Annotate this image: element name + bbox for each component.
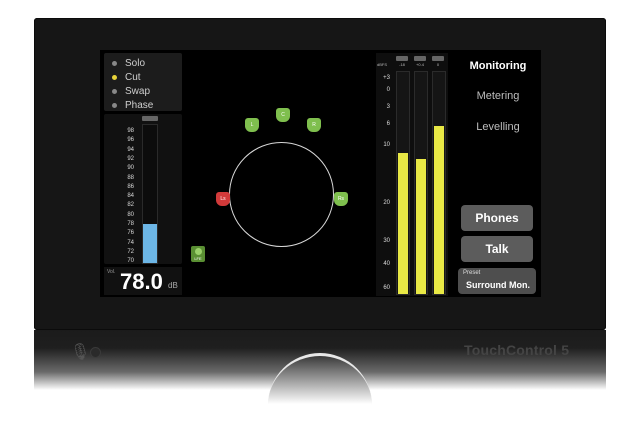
solo-option-phase[interactable]: Phase xyxy=(112,100,153,111)
meter-head-1 xyxy=(414,56,426,61)
meter-head-2 xyxy=(432,56,444,61)
solo-menu: Solo Cut Swap Phase xyxy=(104,53,182,111)
speaker-r[interactable]: R xyxy=(307,118,321,132)
meter-fill xyxy=(416,158,426,294)
talk-button[interactable]: Talk xyxy=(461,236,533,262)
brand-logo: TouchControl 5 xyxy=(464,342,570,358)
spl-tick: 80 xyxy=(127,211,134,218)
meter-sub-2: 0 xyxy=(436,62,440,67)
nav-levelling[interactable]: Levelling xyxy=(455,121,541,133)
solo-option-solo[interactable]: Solo xyxy=(112,58,145,69)
volume-label: Vol. xyxy=(107,269,116,275)
meter-fill xyxy=(398,152,408,294)
spl-tick: 84 xyxy=(127,193,134,200)
meter-channel-2 xyxy=(432,71,446,295)
solo-option-swap[interactable]: Swap xyxy=(112,86,150,97)
meter-scale-tick: 40 xyxy=(383,261,390,267)
meter-scale-tick: 6 xyxy=(386,121,390,127)
radio-dot-icon xyxy=(112,88,117,94)
meter-sub-1: +0.4 xyxy=(416,62,424,67)
spl-tick: 88 xyxy=(127,174,134,181)
volume-unit: dB xyxy=(168,281,178,290)
volume-readout[interactable]: Vol. 78.0 dB xyxy=(104,267,182,295)
meter-channel-0 xyxy=(396,71,410,295)
main-nav: Monitoring Metering Levelling Phones Tal… xyxy=(455,50,541,297)
solo-option-cut[interactable]: Cut xyxy=(112,72,141,83)
spl-meter-header xyxy=(142,116,158,121)
spl-tick: 98 xyxy=(127,128,134,134)
spl-meter-bar xyxy=(142,124,158,264)
spl-tick: 92 xyxy=(127,155,134,162)
spl-meter-fill xyxy=(143,223,157,263)
talkback-led xyxy=(90,347,101,358)
level-meters: dBFS +3 0 3 6 10 20 30 40 60 -18 +0.4 0 xyxy=(376,53,448,296)
spl-tick: 74 xyxy=(127,239,134,246)
meter-scale-tick: 0 xyxy=(386,87,390,93)
meter-head-0 xyxy=(396,56,408,61)
volume-value: 78.0 xyxy=(120,269,163,294)
meter-scale-tick: 3 xyxy=(386,104,390,110)
meter-fill xyxy=(434,126,444,294)
meter-unit: dBFS xyxy=(377,62,388,67)
preset-label: Preset xyxy=(463,270,481,276)
spl-tick: 90 xyxy=(127,165,134,172)
touch-screen: Solo Cut Swap Phase 98 96 94 92 90 88 86 84 82 80… xyxy=(100,50,541,297)
speaker-c[interactable]: C xyxy=(276,108,290,122)
speaker-rs[interactable]: Rs xyxy=(334,192,348,206)
spl-tick: 86 xyxy=(127,183,134,190)
radio-dot-icon xyxy=(112,60,117,66)
spl-tick: 82 xyxy=(127,202,134,209)
phones-button[interactable]: Phones xyxy=(461,205,533,231)
surround-circle xyxy=(229,142,334,247)
lfe-speaker[interactable]: LFE xyxy=(191,246,205,262)
spl-meter-panel: 98 96 94 92 90 88 86 84 82 80 78 76 74 72 70 xyxy=(104,114,182,264)
radio-dot-icon xyxy=(112,74,117,80)
meter-sub-0: -18 xyxy=(399,62,405,67)
spl-tick: 78 xyxy=(127,221,134,227)
spl-tick: 72 xyxy=(127,248,134,255)
spl-tick: 76 xyxy=(127,230,134,237)
preset-value: Surround Mon. xyxy=(466,280,530,290)
meter-scale-tick: 10 xyxy=(383,142,390,148)
speaker-icon xyxy=(194,248,202,255)
meter-scale-tick: 60 xyxy=(383,285,390,291)
microphone-icon: 🎙 xyxy=(70,344,91,361)
nav-monitoring[interactable]: Monitoring xyxy=(455,60,541,72)
meter-scale-tick: 30 xyxy=(383,238,390,244)
spl-tick: 70 xyxy=(127,258,134,265)
radio-dot-icon xyxy=(112,102,117,108)
meter-scale-tick: +3 xyxy=(383,75,390,81)
spl-tick: 96 xyxy=(127,137,134,144)
speaker-ls-cut[interactable]: Ls xyxy=(216,192,230,206)
preset-selector[interactable]: Preset Surround Mon. xyxy=(458,268,536,294)
meter-channel-1 xyxy=(414,71,428,295)
meter-scale-tick: 20 xyxy=(383,200,390,206)
speaker-l[interactable]: L xyxy=(245,118,259,132)
nav-metering[interactable]: Metering xyxy=(455,90,541,102)
spl-tick: 94 xyxy=(127,146,134,153)
